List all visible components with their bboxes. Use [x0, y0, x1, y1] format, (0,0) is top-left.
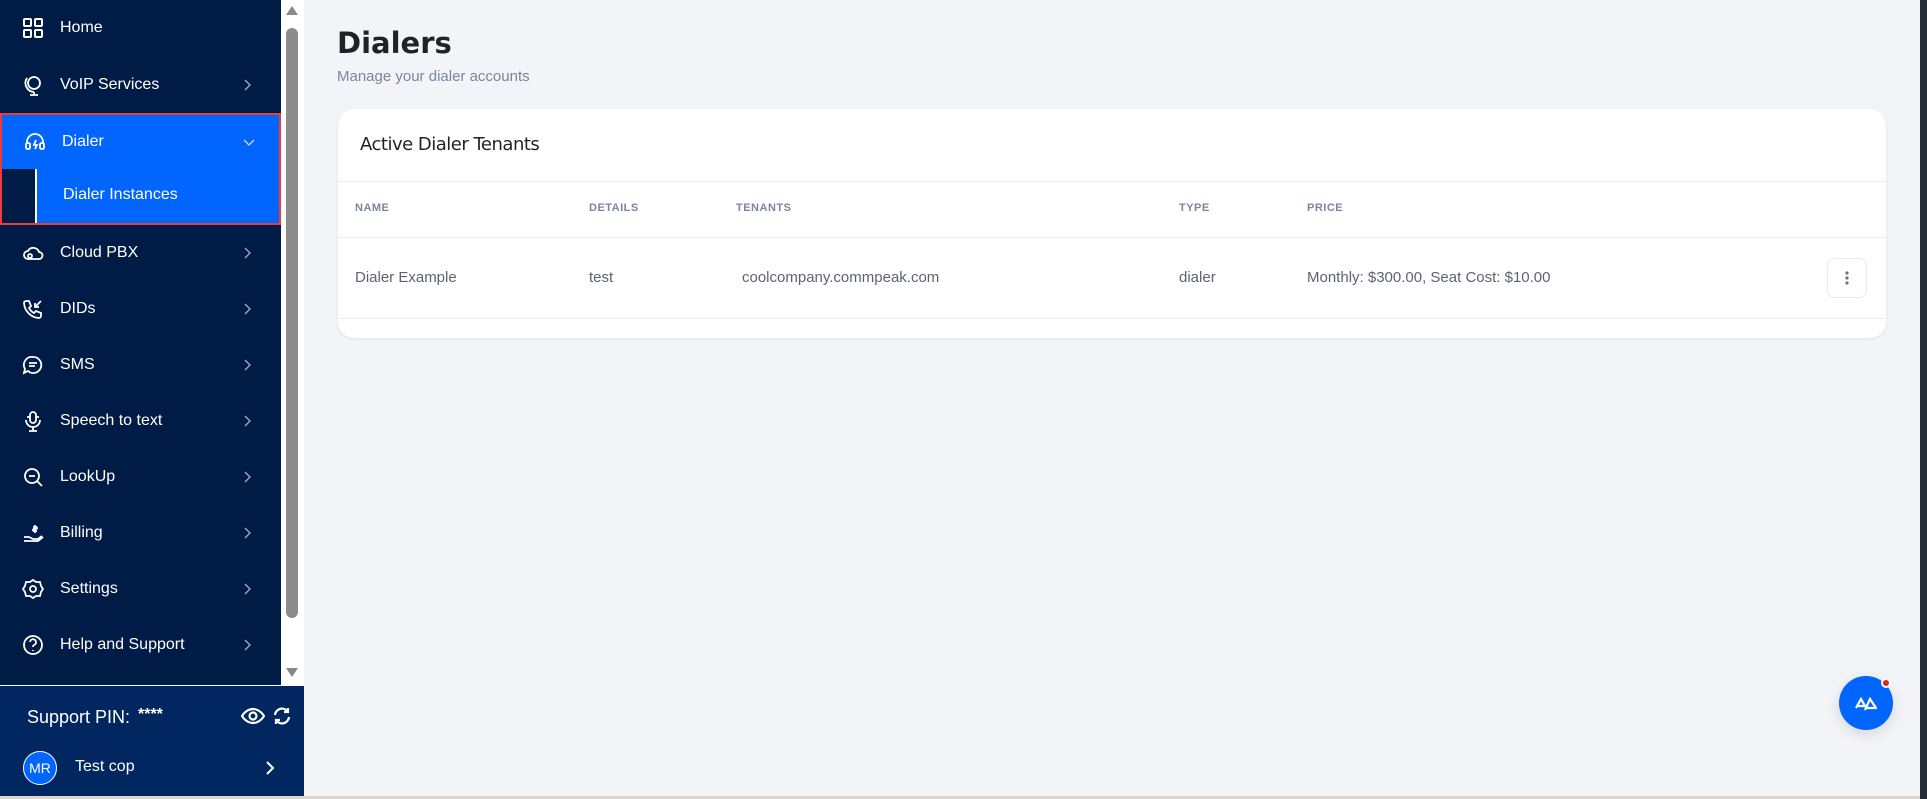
search-icon: [24, 468, 43, 487]
hand-dollar-icon: [24, 525, 44, 542]
sidebar-item-label: Cloud PBX: [60, 244, 139, 261]
window-edge: [1920, 0, 1927, 799]
scroll-up-arrow[interactable]: [286, 6, 298, 15]
sidebar-item-settings[interactable]: Settings: [0, 561, 281, 617]
page-subtitle: Manage your dialer accounts: [337, 68, 530, 85]
cell-details: test: [589, 269, 614, 286]
sidebar-item-label: Dialer: [62, 133, 104, 150]
sidebar-item-label: Settings: [60, 580, 118, 597]
headset-icon: [25, 133, 45, 150]
support-pin-label: Support PIN:: [27, 707, 131, 727]
sidebar: Home VoIP Services Dialer Dialer Instanc…: [0, 0, 281, 685]
sidebar-item-dialer[interactable]: Dialer: [2, 115, 279, 169]
refresh-icon[interactable]: [272, 706, 292, 726]
sidebar-item-speech-to-text[interactable]: Speech to text: [0, 393, 281, 449]
sidebar-item-label: LookUp: [60, 468, 116, 485]
column-header-tenants: TENANTS: [736, 202, 792, 214]
sidebar-item-help-and-support[interactable]: Help and Support: [0, 617, 281, 673]
notification-dot: [1881, 678, 1891, 688]
chevron-right-icon: [244, 359, 251, 371]
card-title: Active Dialer Tenants: [360, 134, 540, 155]
grid-icon: [23, 18, 43, 38]
cell-name: Dialer Example: [355, 269, 457, 286]
sidebar-item-label: Help and Support: [60, 636, 185, 653]
dialer-group: Dialer Dialer Instances: [0, 113, 281, 225]
sidebar-item-label: DIDs: [60, 300, 96, 317]
main-content: Dialers Manage your dialer accounts Acti…: [304, 0, 1920, 796]
chevron-right-icon: [244, 303, 251, 315]
chat-widget-button[interactable]: [1839, 676, 1893, 730]
cell-tenants: coolcompany.commpeak.com: [742, 269, 940, 286]
column-header-type: TYPE: [1179, 202, 1210, 214]
globe-icon: [24, 76, 41, 96]
column-header-details: DETAILS: [589, 202, 639, 214]
eye-icon[interactable]: [241, 706, 265, 726]
gear-icon: [22, 578, 44, 600]
active-indicator: [2, 169, 37, 223]
divider: [338, 237, 1886, 238]
chevron-right-icon: [244, 415, 251, 427]
sidebar-item-home[interactable]: Home: [0, 0, 281, 56]
chevron-right-icon: [244, 527, 251, 539]
microphone-icon: [25, 411, 41, 432]
page-title: Dialers: [337, 26, 452, 60]
chat-widget-icon: [1855, 696, 1877, 711]
chevron-right-icon: [244, 247, 251, 259]
sidebar-item-label: SMS: [60, 356, 95, 373]
sidebar-item-label: VoIP Services: [60, 76, 160, 93]
sidebar-item-label: Billing: [60, 524, 103, 541]
chevron-right-icon[interactable]: [265, 761, 275, 775]
row-actions-button[interactable]: [1827, 258, 1867, 298]
cloud-phone-icon: [23, 246, 44, 260]
help-icon: [23, 635, 43, 655]
sidebar-item-voip-services[interactable]: VoIP Services: [0, 57, 281, 113]
chevron-right-icon: [244, 79, 251, 91]
support-pin-value: ****: [138, 706, 163, 723]
cell-type: dialer: [1179, 269, 1216, 286]
sidebar-subitem-label: Dialer Instances: [63, 186, 178, 203]
chevron-right-icon: [244, 471, 251, 483]
divider: [338, 181, 1886, 182]
avatar[interactable]: MR: [23, 751, 57, 785]
chevron-down-icon: [243, 139, 255, 146]
sidebar-item-sms[interactable]: SMS: [0, 337, 281, 393]
sidebar-item-billing[interactable]: Billing: [0, 505, 281, 561]
user-name[interactable]: Test cop: [75, 758, 135, 776]
chevron-right-icon: [244, 583, 251, 595]
sidebar-item-lookup[interactable]: LookUp: [0, 449, 281, 505]
sidebar-subitem-dialer-instances[interactable]: Dialer Instances: [2, 169, 279, 223]
dialer-tenants-card: Active Dialer Tenants NAME DETAILS TENAN…: [338, 109, 1886, 338]
column-header-price: PRICE: [1307, 202, 1344, 214]
column-header-name: NAME: [355, 202, 390, 214]
sidebar-item-cloud-pbx[interactable]: Cloud PBX: [0, 225, 281, 281]
sidebar-footer: Support PIN: **** MR Test cop: [0, 685, 304, 796]
sidebar-item-label: Speech to text: [60, 412, 163, 429]
sidebar-item-label: Home: [60, 19, 103, 36]
kebab-menu-icon: [1845, 271, 1849, 285]
incoming-call-icon: [23, 300, 42, 319]
cell-price: Monthly: $300.00, Seat Cost: $10.00: [1307, 269, 1551, 286]
divider: [338, 318, 1886, 319]
sidebar-scrollbar[interactable]: [281, 0, 304, 685]
sidebar-item-dids[interactable]: DIDs: [0, 281, 281, 337]
chat-icon: [22, 356, 43, 375]
scrollbar-thumb[interactable]: [286, 28, 298, 618]
chevron-right-icon: [244, 639, 251, 651]
scroll-down-arrow[interactable]: [286, 668, 298, 677]
